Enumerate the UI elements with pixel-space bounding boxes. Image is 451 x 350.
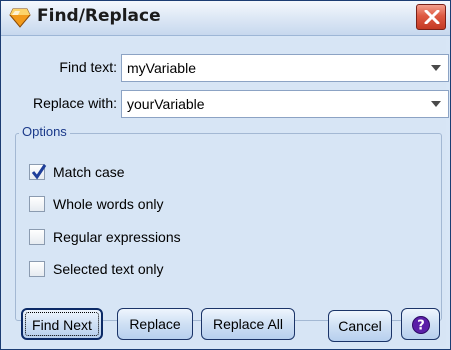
close-button[interactable] (416, 4, 446, 30)
find-text-label: Find text: (59, 59, 117, 75)
replace-button[interactable]: Replace (117, 308, 193, 340)
whole-words-checkbox[interactable] (29, 196, 45, 212)
replace-all-button[interactable]: Replace All (201, 308, 295, 340)
options-legend: Options (19, 124, 70, 139)
cancel-label: Cancel (338, 318, 382, 334)
whole-words-label: Whole words only (53, 196, 164, 212)
replace-all-label: Replace All (212, 316, 284, 332)
replace-with-combo[interactable]: yourVariable (121, 90, 449, 118)
selected-text-checkbox[interactable] (29, 261, 45, 277)
window-title: Find/Replace (37, 6, 161, 26)
find-text-input[interactable]: myVariable (127, 60, 196, 76)
match-case-label: Match case (53, 164, 125, 180)
help-icon: ? (412, 316, 430, 334)
selected-text-label: Selected text only (53, 261, 164, 277)
replace-with-dropdown[interactable] (424, 91, 448, 117)
regex-label: Regular expressions (53, 229, 181, 245)
title-bar[interactable]: Find/Replace (1, 1, 450, 36)
svg-text:?: ? (417, 319, 425, 334)
focus-ring (25, 312, 99, 336)
find-replace-dialog: Find/Replace Find text: myVariable Repla… (0, 0, 451, 350)
chevron-down-icon (431, 101, 441, 107)
dialog-body: Find text: myVariable Replace with: your… (5, 38, 449, 346)
find-next-button[interactable]: Find Next (21, 308, 103, 340)
cancel-button[interactable]: Cancel (328, 310, 392, 342)
replace-label: Replace (129, 316, 181, 332)
find-text-dropdown[interactable] (424, 55, 448, 81)
checkmark-icon (31, 164, 47, 180)
replace-with-label: Replace with: (32, 95, 117, 111)
match-case-checkbox[interactable] (29, 164, 47, 180)
find-text-combo[interactable]: myVariable (121, 54, 449, 82)
close-icon (424, 10, 440, 24)
replace-with-input[interactable]: yourVariable (127, 96, 205, 112)
help-button[interactable]: ? (401, 308, 440, 340)
app-diamond-icon (9, 8, 31, 28)
chevron-down-icon (431, 65, 441, 71)
regex-checkbox[interactable] (29, 229, 45, 245)
options-group (15, 133, 442, 321)
